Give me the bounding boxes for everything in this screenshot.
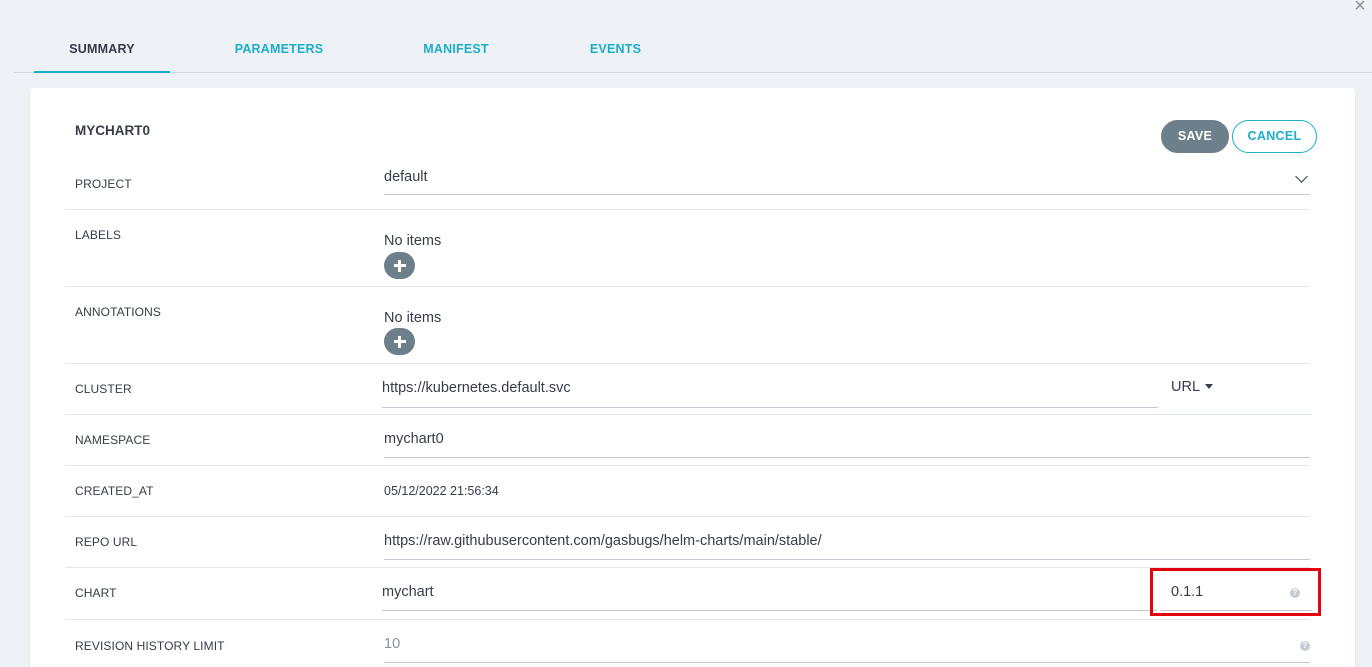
namespace-row: NAMESPACE mychart0 xyxy=(65,415,1310,466)
add-label-button[interactable] xyxy=(384,252,415,279)
revision-history-label: REVISION HISTORY LIMIT xyxy=(75,639,225,653)
annotations-row: ANNOTATIONS No items xyxy=(65,287,1310,364)
project-value: default xyxy=(384,169,428,185)
project-row: PROJECT default xyxy=(65,160,1310,210)
revision-history-row: REVISION HISTORY LIMIT 10 ? xyxy=(65,620,1310,667)
repo-url-label: REPO URL xyxy=(75,535,138,549)
cluster-label: CLUSTER xyxy=(75,382,132,396)
tab-summary[interactable]: SUMMARY xyxy=(34,26,170,73)
namespace-input[interactable]: mychart0 xyxy=(384,421,1310,458)
cluster-url-input[interactable]: https://kubernetes.default.svc xyxy=(382,372,1158,408)
revision-history-input[interactable]: 10 ? xyxy=(384,626,1310,663)
cluster-value: https://kubernetes.default.svc xyxy=(382,380,571,396)
tab-parameters[interactable]: PARAMETERS xyxy=(214,26,344,72)
labels-empty-text: No items xyxy=(384,233,442,249)
cluster-row: CLUSTER https://kubernetes.default.svc U… xyxy=(65,364,1312,415)
summary-panel: MYCHART0 SAVE CANCEL PROJECT default LAB… xyxy=(30,88,1355,667)
cluster-type-value: URL xyxy=(1171,379,1201,395)
chart-label: CHART xyxy=(75,586,117,600)
repo-url-value: https://raw.githubusercontent.com/gasbug… xyxy=(384,533,822,549)
close-icon[interactable]: × xyxy=(1348,0,1372,20)
page-title: MYCHART0 xyxy=(75,123,151,138)
project-label: PROJECT xyxy=(75,177,132,191)
labels-row: LABELS No items xyxy=(65,210,1310,287)
namespace-value: mychart0 xyxy=(384,431,444,447)
tab-manifest[interactable]: MANIFEST xyxy=(394,26,518,72)
annotations-label: ANNOTATIONS xyxy=(75,305,161,319)
tab-events[interactable]: EVENTS xyxy=(569,26,662,72)
highlight-box xyxy=(1150,568,1321,616)
created-at-value: 05/12/2022 21:56:34 xyxy=(384,484,499,498)
chevron-down-icon xyxy=(1295,170,1308,183)
add-annotation-button[interactable] xyxy=(384,328,415,355)
project-select[interactable]: default xyxy=(384,166,1310,195)
labels-label: LABELS xyxy=(75,228,121,242)
save-button[interactable]: SAVE xyxy=(1161,120,1229,153)
chart-name-value: mychart xyxy=(382,584,434,600)
namespace-label: NAMESPACE xyxy=(75,433,151,447)
repo-url-row: REPO URL https://raw.githubusercontent.c… xyxy=(65,517,1310,568)
caret-down-icon xyxy=(1205,384,1214,389)
revision-history-placeholder: 10 xyxy=(384,636,401,652)
help-icon[interactable]: ? xyxy=(1300,641,1310,651)
cluster-type-dropdown[interactable]: URL xyxy=(1161,372,1312,415)
annotations-empty-text: No items xyxy=(384,310,442,326)
tab-bar: SUMMARY PARAMETERS MANIFEST EVENTS xyxy=(14,26,1372,73)
chart-name-input[interactable]: mychart xyxy=(382,574,1157,611)
created-at-label: CREATED_AT xyxy=(75,484,154,498)
repo-url-input[interactable]: https://raw.githubusercontent.com/gasbug… xyxy=(384,523,1310,560)
chart-row: CHART mychart 0.1.1 ? xyxy=(65,568,1321,620)
created-at-row: CREATED_AT 05/12/2022 21:56:34 xyxy=(65,466,1310,517)
cancel-button[interactable]: CANCEL xyxy=(1232,120,1317,153)
